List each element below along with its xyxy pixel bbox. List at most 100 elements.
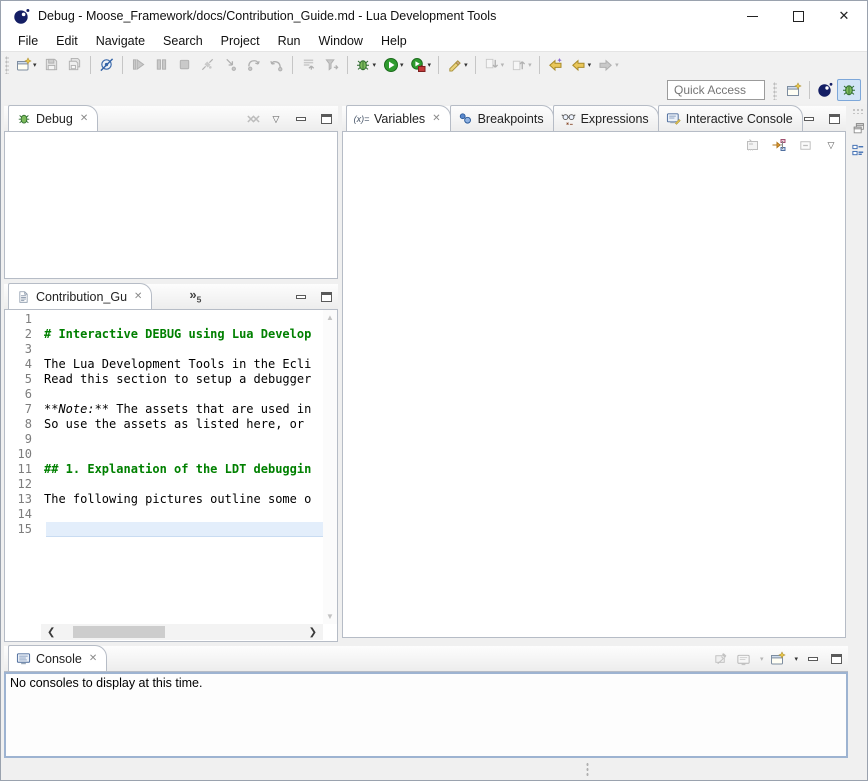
step-return-button[interactable] (265, 54, 288, 76)
hidden-editors-chooser[interactable]: »5 (189, 287, 201, 305)
console-content[interactable]: No consoles to display at this time. (4, 672, 848, 758)
minimize-window-button[interactable] (729, 1, 775, 31)
forward-button[interactable]: ▾ (594, 54, 622, 76)
external-tools-button[interactable]: ▾ (407, 54, 435, 76)
menu-window[interactable]: Window (310, 32, 372, 50)
minimize-view-button[interactable] (293, 111, 309, 127)
tab-breakpoints[interactable]: Breakpoints (450, 105, 554, 131)
tab-expressions[interactable]: Expressions (553, 105, 659, 131)
scroll-down-icon[interactable]: ▼ (326, 612, 334, 621)
editor-body[interactable]: 12# Interactive DEBUG using Lua Develop3… (4, 310, 338, 642)
close-tab-icon[interactable]: ✕ (80, 113, 88, 124)
lua-perspective-button[interactable] (813, 79, 837, 101)
menu-edit[interactable]: Edit (47, 32, 87, 50)
close-tab-icon[interactable]: ✕ (432, 113, 440, 124)
show-type-names-icon[interactable] (744, 136, 762, 154)
maximize-view-button[interactable] (828, 651, 844, 667)
mark-occurrences-button[interactable]: ▾ (443, 54, 471, 76)
run-button[interactable]: ▾ (379, 54, 407, 76)
editor-line-13[interactable]: 13The following pictures outline some o (5, 492, 323, 507)
suspend-button[interactable] (150, 54, 173, 76)
tab-debug[interactable]: Debug ✕ (8, 105, 98, 131)
editor-line-6[interactable]: 6 (5, 387, 323, 402)
pin-console-icon[interactable] (713, 651, 729, 667)
resume-button[interactable] (127, 54, 150, 76)
debug-dropdown-icon[interactable]: ▾ (373, 61, 377, 69)
step-over-button[interactable] (242, 54, 265, 76)
external-tools-dropdown-icon[interactable]: ▾ (428, 61, 432, 69)
menu-navigate[interactable]: Navigate (87, 32, 154, 50)
back-button[interactable]: ▾ (567, 54, 595, 76)
debug-perspective-button[interactable] (837, 79, 861, 101)
editor-line-2[interactable]: 2# Interactive DEBUG using Lua Develop (5, 327, 323, 342)
maximize-view-button[interactable] (318, 289, 334, 305)
editor-line-5[interactable]: 5Read this section to setup a debugger (5, 372, 323, 387)
editor-line-12[interactable]: 12 (5, 477, 323, 492)
new-wizard-dropdown-icon[interactable]: ▾ (33, 61, 37, 69)
minimize-view-button[interactable] (805, 651, 821, 667)
tab-editor-contribution-guide[interactable]: Contribution_Gu ✕ (8, 283, 152, 309)
editor-text-area[interactable]: 12# Interactive DEBUG using Lua Develop3… (5, 312, 323, 624)
editor-vertical-scrollbar[interactable]: ▲ ▼ (323, 310, 337, 624)
editor-line-1[interactable]: 1 (5, 312, 323, 327)
drag-handle[interactable] (586, 762, 589, 777)
maximize-window-button[interactable] (775, 1, 821, 31)
editor-line-9[interactable]: 9 (5, 432, 323, 447)
outline-view-icon[interactable] (851, 142, 867, 158)
editor-line-11[interactable]: 11## 1. Explanation of the LDT debuggin (5, 462, 323, 477)
minimize-view-button[interactable] (801, 111, 817, 127)
drag-handle[interactable] (773, 82, 777, 100)
maximize-view-button[interactable] (318, 111, 334, 127)
editor-line-15[interactable]: 15 (5, 522, 323, 537)
scrollbar-track[interactable] (61, 624, 302, 640)
step-into-button[interactable] (219, 54, 242, 76)
editor-horizontal-scrollbar[interactable]: ❮ ❯ (41, 624, 323, 640)
drag-handle[interactable] (5, 56, 9, 74)
disconnect-button[interactable] (196, 54, 219, 76)
show-logical-structures-icon[interactable] (770, 136, 788, 154)
forward-dropdown-icon[interactable]: ▾ (615, 61, 619, 69)
editor-line-7[interactable]: 7**Note:** The assets that are used in (5, 402, 323, 417)
close-tab-icon[interactable]: ✕ (134, 291, 142, 302)
new-wizard-button[interactable]: ▾ (12, 54, 40, 76)
editor-line-4[interactable]: 4The Lua Development Tools in the Ecli (5, 357, 323, 372)
view-menu-icon[interactable]: ▽ (268, 111, 284, 127)
menu-project[interactable]: Project (212, 32, 269, 50)
menu-file[interactable]: File (9, 32, 47, 50)
display-console-dropdown-icon[interactable]: ▾ (760, 655, 764, 663)
editor-line-14[interactable]: 14 (5, 507, 323, 522)
use-step-filters-button[interactable] (320, 54, 343, 76)
debug-button[interactable]: ▾ (352, 54, 380, 76)
drop-to-frame-button[interactable] (297, 54, 320, 76)
next-annotation-dropdown-icon[interactable]: ▾ (501, 61, 505, 69)
scroll-right-icon[interactable]: ❯ (303, 627, 323, 638)
mark-occurrences-dropdown-icon[interactable]: ▾ (464, 61, 468, 69)
editor-line-8[interactable]: 8So use the assets as listed here, or (5, 417, 323, 432)
menu-run[interactable]: Run (269, 32, 310, 50)
view-menu-icon[interactable]: ▽ (822, 136, 840, 154)
scrollbar-thumb[interactable] (73, 626, 165, 638)
last-edit-location-button[interactable] (544, 54, 567, 76)
run-dropdown-icon[interactable]: ▾ (400, 61, 404, 69)
remove-all-terminated-icon[interactable]: ✕✕ (243, 111, 259, 127)
quick-access-input[interactable] (667, 80, 765, 100)
open-perspective-button[interactable] (782, 79, 806, 101)
save-all-button[interactable] (63, 54, 86, 76)
tab-variables[interactable]: (x)=Variables✕ (346, 105, 451, 131)
drag-handle[interactable] (852, 108, 865, 114)
save-button[interactable] (40, 54, 63, 76)
previous-annotation-button[interactable]: ▾ (507, 54, 535, 76)
open-console-dropdown-icon[interactable]: ▾ (794, 655, 798, 663)
terminate-button[interactable] (173, 54, 196, 76)
editor-line-3[interactable]: 3 (5, 342, 323, 357)
tab-interactive-console[interactable]: Interactive Console (658, 105, 803, 131)
editor-line-10[interactable]: 10 (5, 447, 323, 462)
back-dropdown-icon[interactable]: ▾ (588, 61, 592, 69)
previous-annotation-dropdown-icon[interactable]: ▾ (528, 61, 532, 69)
display-selected-console-icon[interactable] (736, 651, 752, 667)
close-window-button[interactable]: ✕ (821, 1, 867, 31)
next-annotation-button[interactable]: ▾ (480, 54, 508, 76)
scroll-left-icon[interactable]: ❮ (41, 627, 61, 638)
skip-all-breakpoints-button[interactable] (95, 54, 118, 76)
maximize-view-button[interactable] (826, 111, 842, 127)
